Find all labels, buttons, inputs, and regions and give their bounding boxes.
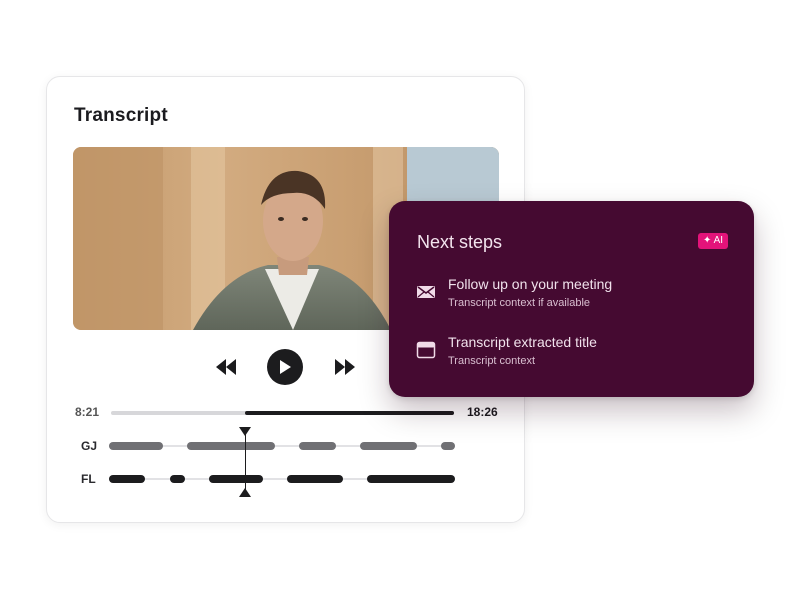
speech-segment[interactable] <box>186 442 276 450</box>
total-time: 18:26 <box>467 405 498 419</box>
speech-segment[interactable] <box>169 475 186 483</box>
rewind-icon <box>216 359 236 375</box>
next-step-subtitle: Transcript context if available <box>448 297 591 309</box>
progress-bar-played <box>244 411 454 415</box>
playhead-top-marker <box>239 427 251 436</box>
next-step-item[interactable]: Transcript extracted title Transcript co… <box>415 334 735 374</box>
next-step-item[interactable]: Follow up on your meeting Transcript con… <box>415 276 735 316</box>
speech-segment[interactable] <box>359 442 417 450</box>
speech-segment[interactable] <box>209 475 263 483</box>
window-icon <box>416 341 436 359</box>
speech-segment[interactable] <box>287 475 343 483</box>
speech-segment[interactable] <box>109 442 163 450</box>
play-icon <box>280 360 291 374</box>
speaker-timeline-gj[interactable] <box>109 442 455 450</box>
progress-bar[interactable] <box>111 411 454 415</box>
current-time: 8:21 <box>75 405 100 419</box>
envelope-icon <box>417 286 435 298</box>
fast-forward-button[interactable] <box>334 357 356 377</box>
play-button[interactable] <box>267 349 303 385</box>
playhead-bottom-marker <box>239 488 251 497</box>
speech-segment[interactable] <box>109 475 146 483</box>
next-steps-title: Next steps <box>417 232 503 252</box>
next-step-title: Transcript extracted title <box>448 334 597 350</box>
ai-badge: ✦ AI <box>698 233 729 249</box>
playhead-scrubber[interactable] <box>239 427 251 497</box>
speaker-label-gj: GJ <box>81 439 98 453</box>
speaker-timeline-fl[interactable] <box>109 475 455 483</box>
speech-segment[interactable] <box>299 442 336 450</box>
next-step-subtitle: Transcript context <box>448 355 536 367</box>
fast-forward-icon <box>335 359 355 375</box>
next-steps-card: Next steps ✦ AI Follow up on your meetin… <box>389 201 754 397</box>
next-step-title: Follow up on your meeting <box>448 276 613 292</box>
speech-segment[interactable] <box>441 442 455 450</box>
speech-segment[interactable] <box>366 475 455 483</box>
transcript-title: Transcript <box>74 105 168 126</box>
speaker-label-fl: FL <box>81 472 96 486</box>
rewind-button[interactable] <box>215 357 237 377</box>
